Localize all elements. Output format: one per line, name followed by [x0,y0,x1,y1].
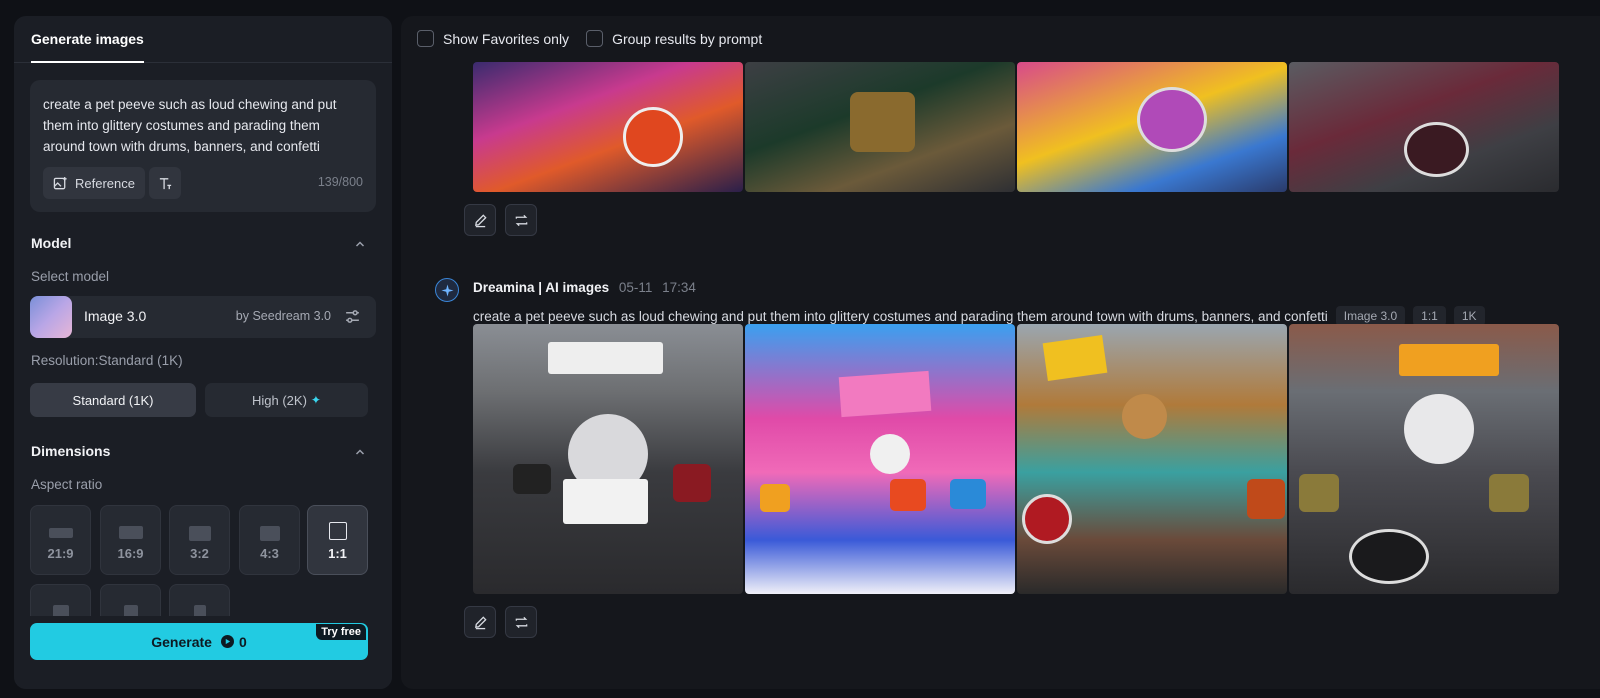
model-name: Image 3.0 [84,308,147,324]
results-panel: Show Favorites only Group results by pro… [401,16,1600,689]
text-format-icon [159,177,171,189]
ratio-21-9[interactable]: 21:9 [30,505,91,575]
model-section-title: Model [31,235,72,251]
ratio-shape-icon [48,528,73,538]
prompt-input[interactable]: create a pet peeve such as loud chewing … [43,94,365,157]
message-prompt-row: create a pet peeve such as loud chewing … [473,306,1485,326]
ratio-label: 1:1 [328,546,347,561]
previous-image-row [473,62,1559,192]
message-time: 17:34 [662,280,696,295]
pencil-icon [474,213,487,227]
ratio-16-9[interactable]: 16:9 [100,505,161,575]
regenerate-button[interactable] [505,606,537,638]
try-free-badge: Try free [316,624,366,640]
generated-image[interactable] [473,324,743,594]
select-model-label: Select model [31,269,110,284]
message-prompt[interactable]: create a pet peeve such as loud chewing … [473,309,1328,324]
ratio-shape-icon [328,522,347,540]
dimensions-section-title: Dimensions [31,443,111,459]
edit-button[interactable] [464,204,496,236]
text-format-button[interactable] [149,167,181,199]
panel-tabs: Generate images [14,16,392,63]
edit-button[interactable] [464,606,496,638]
ratio-label: 3:2 [190,546,209,561]
generate-button[interactable]: Generate 0 Try free [30,623,368,660]
pencil-icon [474,615,487,629]
generated-image[interactable] [1289,62,1559,192]
favorites-filter[interactable]: Show Favorites only [417,30,569,47]
resolution-label: Resolution:Standard (1K) [31,353,183,368]
credit-icon [220,635,234,648]
ratio-label: 16:9 [117,546,144,561]
ratio-label: 21:9 [47,546,74,561]
filters-bar: Show Favorites only Group results by pro… [417,30,779,47]
generated-image[interactable] [745,324,1015,594]
resolution-high-label: High (2K) [252,392,307,408]
model-selector[interactable]: Image 3.0 by Seedream 3.0 [30,296,376,338]
model-tag: Image 3.0 [1335,306,1406,326]
ratio-shape-icon [259,526,280,541]
sliders-icon[interactable] [344,308,361,325]
ratio-shape-icon [188,526,211,541]
group-checkbox[interactable] [586,30,604,47]
ratio-label: 4:3 [260,546,279,561]
group-filter[interactable]: Group results by prompt [586,30,762,47]
favorites-checkbox[interactable] [417,30,434,47]
generated-image[interactable] [745,62,1015,192]
message-author: Dreamina | AI images [473,280,610,295]
message-date: 05-11 [618,280,653,295]
ratio-3-2[interactable]: 3:2 [169,505,230,575]
ratio-1-1[interactable]: 1:1 [307,505,368,575]
model-thumbnail [30,296,72,338]
generated-image[interactable] [473,62,743,192]
generate-cost: 0 [238,633,247,650]
resolution-standard-button[interactable]: Standard (1K) [30,383,196,417]
ratio-shape-icon [118,526,143,539]
sparkle-icon: ✦ [310,393,321,407]
image-add-icon [53,176,67,189]
reference-button[interactable]: Reference [43,167,145,199]
resolution-standard-label: Standard (1K) [72,392,154,408]
message-header: Dreamina | AI images 05-11 17:34 [473,280,696,295]
generated-image[interactable] [1289,324,1559,594]
generated-image[interactable] [1017,324,1287,594]
chevron-up-icon[interactable] [354,238,366,250]
generate-panel: Generate images create a pet peeve such … [14,16,392,689]
resolution-tag: 1K [1453,306,1485,326]
generate-label: Generate [151,633,212,650]
group-label: Group results by prompt [612,30,763,47]
resolution-high-button[interactable]: High (2K) ✦ [205,383,368,417]
star-icon [440,283,454,297]
tab-generate-images[interactable]: Generate images [31,31,144,63]
repeat-icon [515,214,527,226]
char-count: 139/800 [317,175,363,189]
repeat-icon [515,616,527,628]
dreamina-avatar [435,278,459,302]
aspect-ratio-label: Aspect ratio [31,477,103,492]
generated-image[interactable] [1017,62,1287,192]
reference-label: Reference [75,175,135,191]
image-result-row [473,324,1559,594]
model-provider: by Seedream 3.0 [235,309,331,323]
favorites-label: Show Favorites only [443,30,570,47]
regenerate-button[interactable] [505,204,537,236]
ratio-4-3[interactable]: 4:3 [239,505,300,575]
ratio-tag: 1:1 [1413,306,1446,326]
chevron-up-icon[interactable] [354,446,366,458]
prompt-box[interactable]: create a pet peeve such as loud chewing … [30,80,376,212]
